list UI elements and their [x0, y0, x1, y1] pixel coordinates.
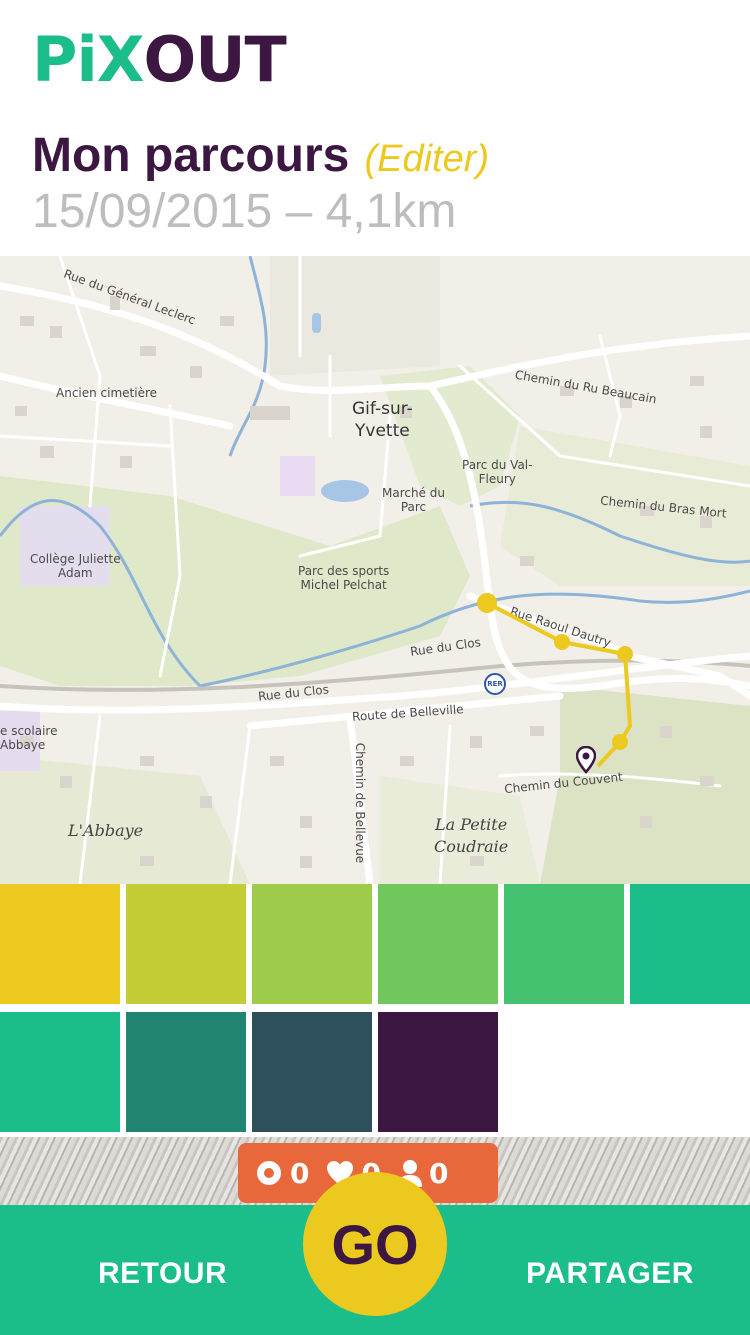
route-overlay: [477, 593, 633, 768]
color-swatch[interactable]: [378, 884, 498, 1004]
share-button[interactable]: PARTAGER: [526, 1257, 694, 1291]
color-swatch[interactable]: [0, 1012, 120, 1132]
views-count: 0: [290, 1156, 310, 1190]
edit-link[interactable]: (Editer): [364, 138, 489, 180]
views-stat: 0: [254, 1157, 309, 1190]
pixout-logo: PiX OUT: [32, 23, 287, 96]
title-row: Mon parcours (Editer): [32, 128, 489, 183]
color-swatch[interactable]: [252, 1012, 372, 1132]
color-swatch[interactable]: [378, 1012, 498, 1132]
route-waypoint: [617, 646, 633, 662]
route-start-point: [477, 593, 497, 613]
route-waypoint: [554, 634, 570, 650]
route-line: [486, 601, 632, 768]
color-swatch[interactable]: [126, 1012, 246, 1132]
color-swatch[interactable]: [126, 884, 246, 1004]
page-title: Mon parcours: [32, 129, 350, 182]
color-swatch[interactable]: [630, 884, 750, 1004]
back-button[interactable]: RETOUR: [98, 1257, 227, 1291]
color-swatch[interactable]: [504, 884, 624, 1004]
go-label: GO: [331, 1212, 419, 1276]
logo-part1: PiX: [32, 23, 144, 96]
views-icon: [257, 1161, 281, 1185]
route-date-distance: 15/09/2015 – 4,1km: [32, 185, 457, 238]
route-waypoint: [612, 734, 628, 750]
color-swatch[interactable]: [0, 884, 120, 1004]
go-button[interactable]: GO: [303, 1172, 447, 1316]
color-swatch[interactable]: [252, 884, 372, 1004]
route-map[interactable]: Rue du Général Leclerc Ancien cimetière …: [0, 256, 750, 884]
logo-part2: OUT: [143, 23, 287, 96]
color-palette: [0, 884, 750, 1136]
followers-count: 0: [428, 1156, 449, 1190]
map-pin-icon[interactable]: [576, 746, 596, 774]
